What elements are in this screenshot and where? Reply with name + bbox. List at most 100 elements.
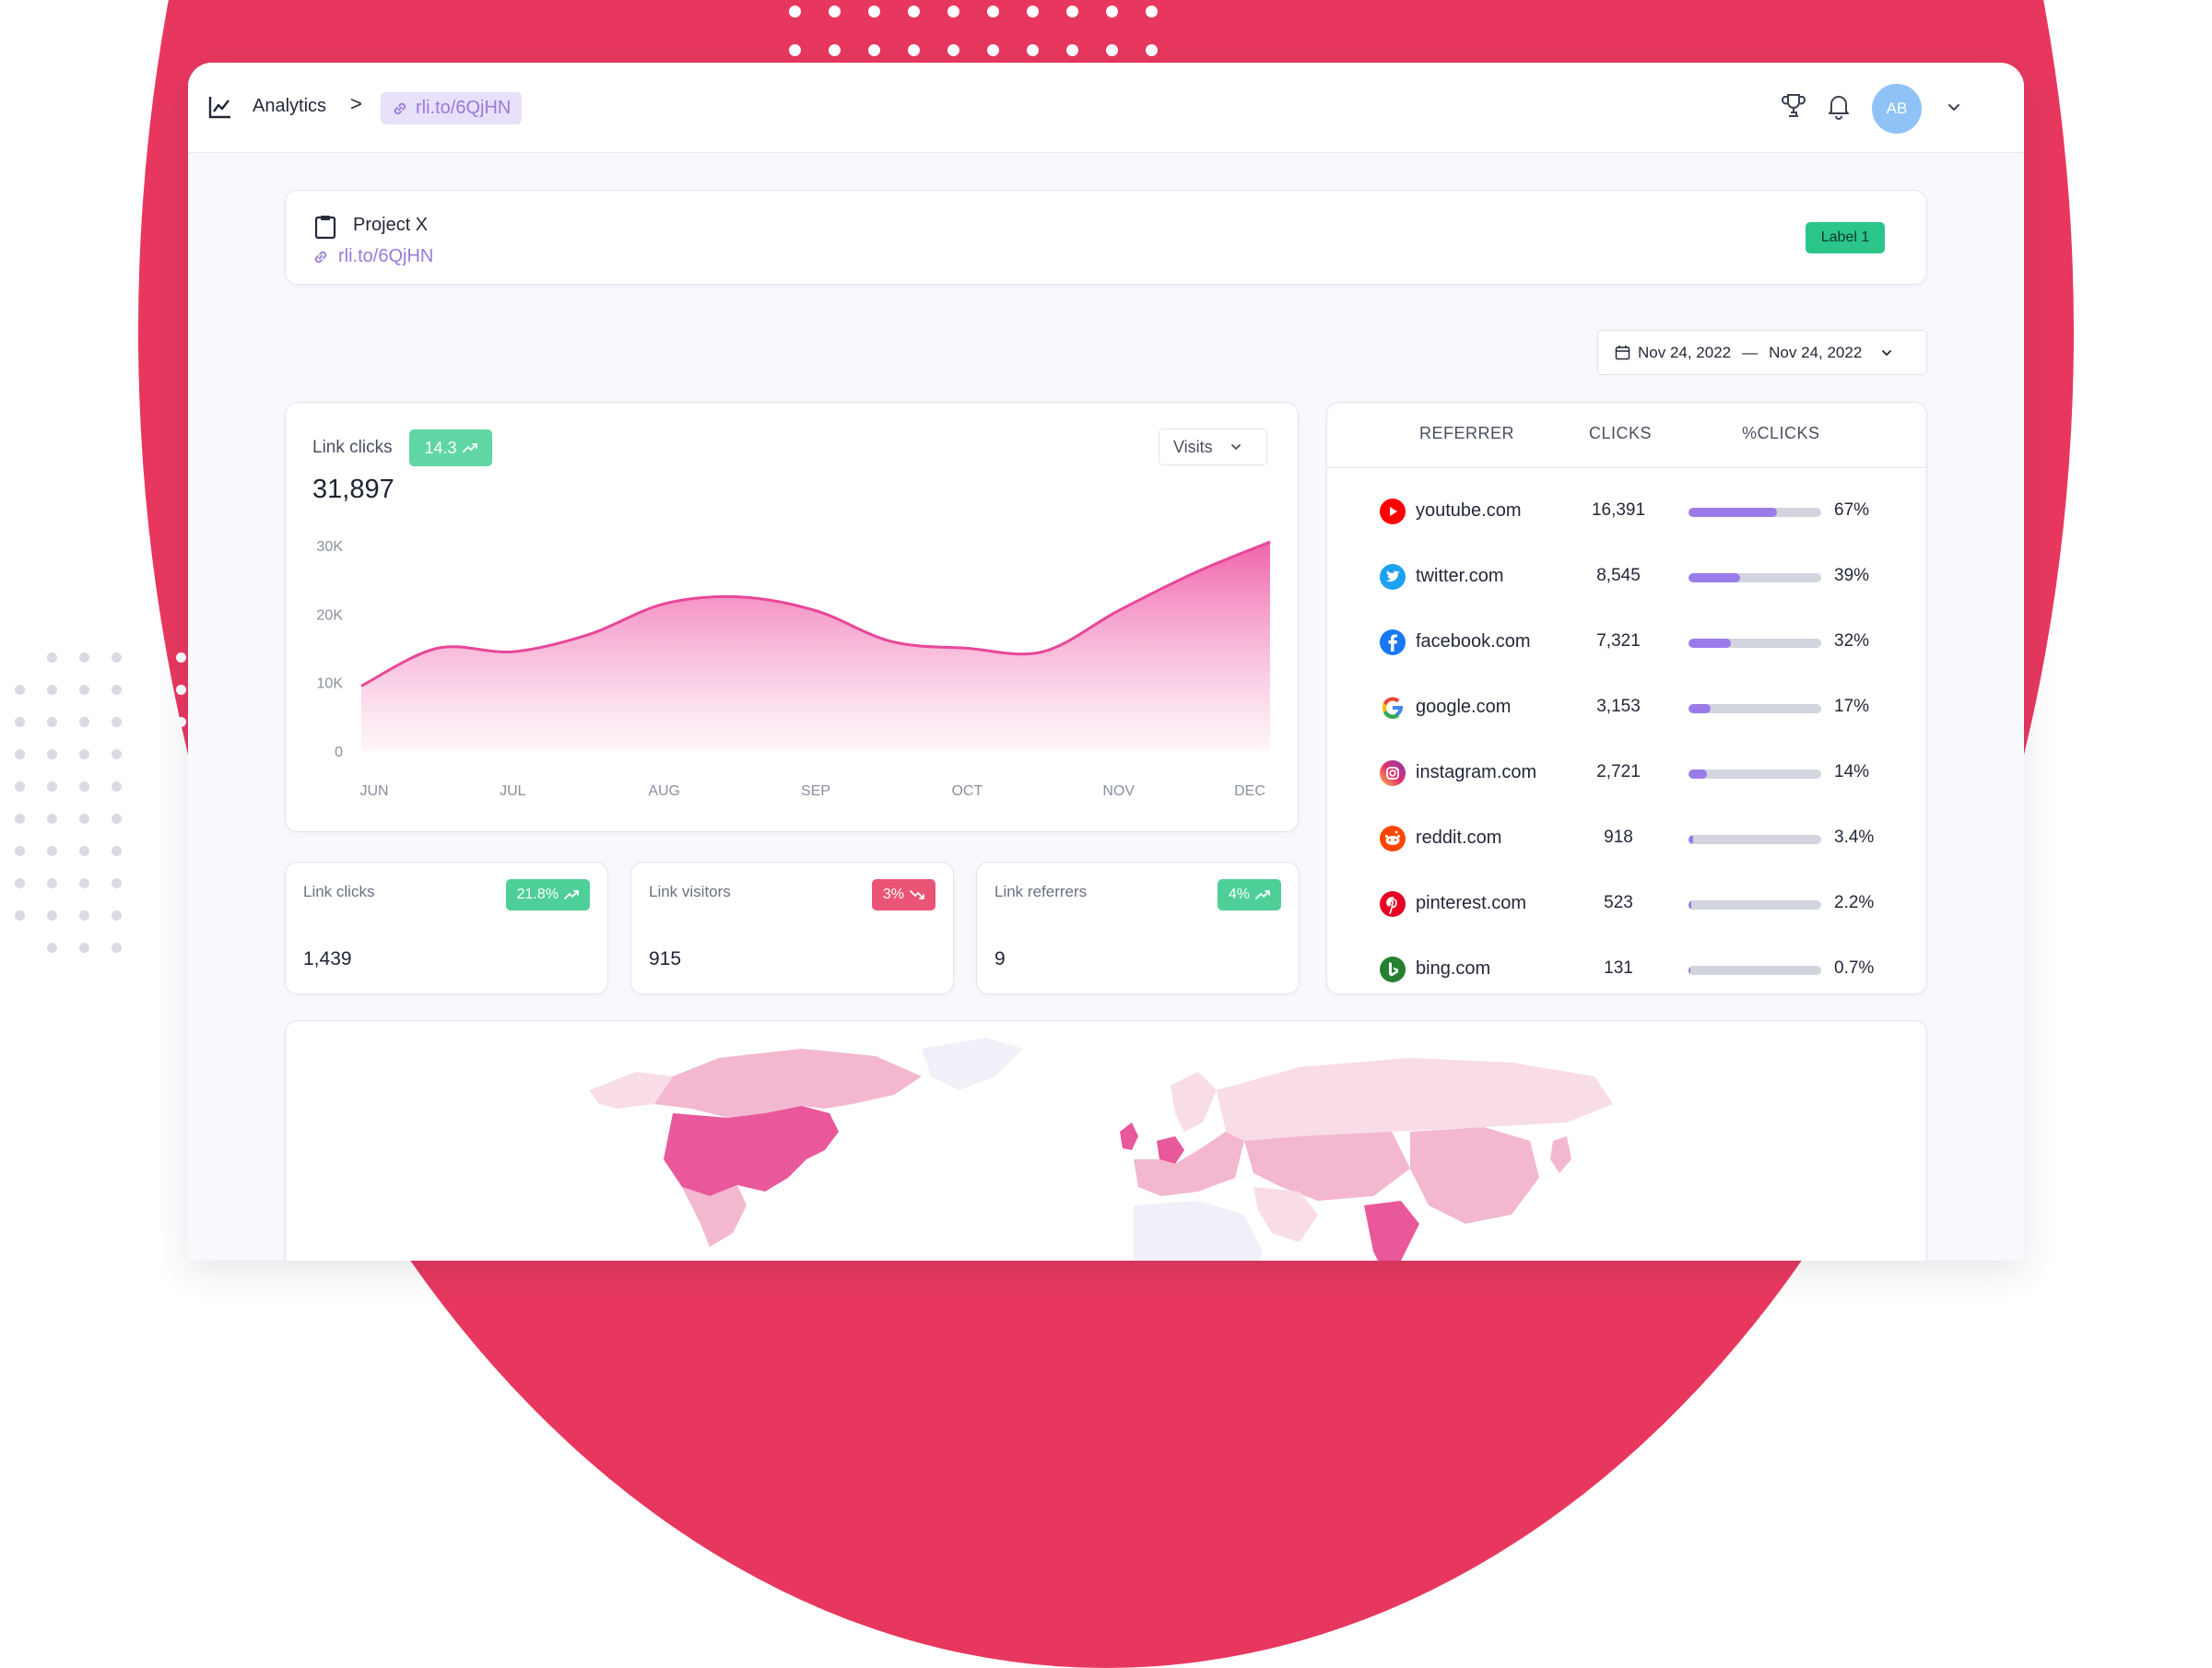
decorative-dots-top <box>789 0 1176 65</box>
breadcrumb-link[interactable]: rli.to/6QjHN <box>381 92 523 124</box>
referrer-share-bar <box>1688 508 1821 517</box>
trend-up-icon <box>1255 890 1270 899</box>
map-region-usa[interactable] <box>664 1106 839 1196</box>
decorative-dot <box>79 846 89 856</box>
column-header-clicks[interactable]: CLICKS <box>1589 424 1652 443</box>
stat-card: Link clicks 21.8% 1,439 <box>285 862 608 994</box>
stat-label: Link clicks <box>303 883 375 900</box>
link-icon <box>314 251 327 263</box>
referrer-name: reddit.com <box>1416 828 1502 848</box>
referrer-row[interactable]: reddit.com 918 3.4% <box>1327 805 1926 871</box>
decorative-dot <box>79 814 89 824</box>
facebook-icon <box>1380 629 1406 655</box>
decorative-dot <box>868 6 880 18</box>
decorative-dot <box>15 749 25 759</box>
decorative-dot <box>144 781 154 792</box>
decorative-dot <box>47 846 57 856</box>
map-region-scandinavia[interactable] <box>1171 1072 1217 1132</box>
decorative-dot <box>112 652 122 663</box>
avatar[interactable]: AB <box>1872 84 1922 134</box>
decorative-dot <box>47 717 57 727</box>
date-separator: — <box>1742 343 1759 361</box>
x-tick-label: NOV <box>1102 783 1135 799</box>
referrer-share-fill <box>1688 639 1732 648</box>
referrer-row[interactable]: google.com 3,153 17% <box>1327 675 1926 740</box>
stat-label: Link referrers <box>994 883 1088 900</box>
decorative-dot <box>144 943 154 953</box>
stat-value: 915 <box>649 948 682 969</box>
decorative-dot <box>47 878 57 888</box>
world-map-card <box>285 1020 1927 1261</box>
map-region-mexico[interactable] <box>682 1185 747 1247</box>
map-region-africa[interactable] <box>1134 1201 1263 1261</box>
decorative-dot <box>789 44 801 56</box>
stat-trend-value: 21.8% <box>516 887 559 902</box>
referrer-row[interactable]: facebook.com 7,321 32% <box>1327 609 1926 675</box>
decorative-dot <box>176 781 186 792</box>
referrer-row[interactable]: pinterest.com 523 2.2% <box>1327 871 1926 936</box>
decorative-dot <box>144 814 154 824</box>
project-label-badge[interactable]: Label 1 <box>1806 222 1885 253</box>
decorative-dot <box>112 846 122 856</box>
y-tick-label: 10K <box>317 676 344 692</box>
decorative-dot <box>1027 6 1039 18</box>
decorative-dot <box>47 910 57 921</box>
map-region-russia[interactable] <box>1217 1058 1613 1141</box>
map-region-china[interactable] <box>1410 1127 1539 1224</box>
decorative-dot <box>868 44 880 56</box>
decorative-dot <box>15 878 25 888</box>
bell-icon[interactable] <box>1826 92 1852 120</box>
referrer-row[interactable]: bing.com 131 0.7% <box>1327 936 1926 1002</box>
decorative-dot <box>47 814 57 824</box>
map-region-uk[interactable] <box>1120 1122 1138 1150</box>
decorative-dot <box>15 717 25 727</box>
decorative-dot <box>112 943 122 953</box>
decorative-dot <box>79 910 89 921</box>
referrer-row[interactable]: instagram.com 2,721 14% <box>1327 740 1926 805</box>
map-region-canada[interactable] <box>654 1049 922 1118</box>
decorative-dot <box>112 814 122 824</box>
map-region-india[interactable] <box>1364 1201 1419 1261</box>
stat-trend-badge: 4% <box>1217 879 1281 910</box>
referrer-share-fill <box>1688 508 1778 517</box>
decorative-dot <box>908 6 920 18</box>
stat-label: Link visitors <box>649 883 731 900</box>
decorative-dot <box>144 685 154 695</box>
referrer-clicks: 16,391 <box>1591 500 1646 520</box>
decorative-dot <box>829 44 841 56</box>
column-header-referrer[interactable]: REFERRER <box>1419 424 1514 443</box>
column-header-pct-clicks[interactable]: %CLICKS <box>1742 424 1820 443</box>
referrer-row[interactable]: twitter.com 8,545 39% <box>1327 544 1926 609</box>
decorative-dot <box>47 685 57 695</box>
date-range-picker[interactable]: Nov 24, 2022 — Nov 24, 2022 <box>1597 330 1927 375</box>
project-link[interactable]: rli.to/6QjHN <box>312 246 433 267</box>
decorative-dot <box>15 846 25 856</box>
decorative-dot <box>1106 6 1118 18</box>
referrer-row[interactable]: youtube.com 16,391 67% <box>1327 478 1926 544</box>
x-tick-label: JUL <box>500 783 526 799</box>
link-clicks-chart-card: Link clicks 14.3 31,897 Visits 30K 20K 10K… <box>285 402 1299 832</box>
map-region-greenland[interactable] <box>922 1038 1023 1090</box>
referrer-table: REFERRER CLICKS %CLICKS youtube.com 16,39… <box>1326 402 1927 994</box>
referrer-pct: 14% <box>1834 762 1870 781</box>
decorative-dot <box>987 44 999 56</box>
decorative-dot <box>176 910 186 921</box>
decorative-dot <box>79 781 89 792</box>
x-tick-label: OCT <box>951 783 982 799</box>
map-region-japan[interactable] <box>1550 1136 1571 1173</box>
decorative-dot <box>1146 6 1158 18</box>
decorative-dot <box>15 781 25 792</box>
decorative-dot <box>47 749 57 759</box>
calendar-icon <box>1615 346 1630 360</box>
decorative-dot <box>144 717 154 727</box>
decorative-dot <box>1146 44 1158 56</box>
referrer-name: bing.com <box>1416 958 1491 979</box>
area-chart: 30K 20K 10K 0 JUN JUL AUG SEP OCT NOV DEC <box>317 539 1271 799</box>
chevron-down-icon[interactable] <box>1946 100 1962 116</box>
trophy-icon[interactable] <box>1781 92 1806 120</box>
referrer-clicks: 7,321 <box>1596 631 1641 651</box>
map-region-europe[interactable] <box>1134 1132 1244 1196</box>
decorative-dot <box>144 846 154 856</box>
decorative-dot <box>176 814 186 824</box>
decorative-dot <box>1027 44 1039 56</box>
